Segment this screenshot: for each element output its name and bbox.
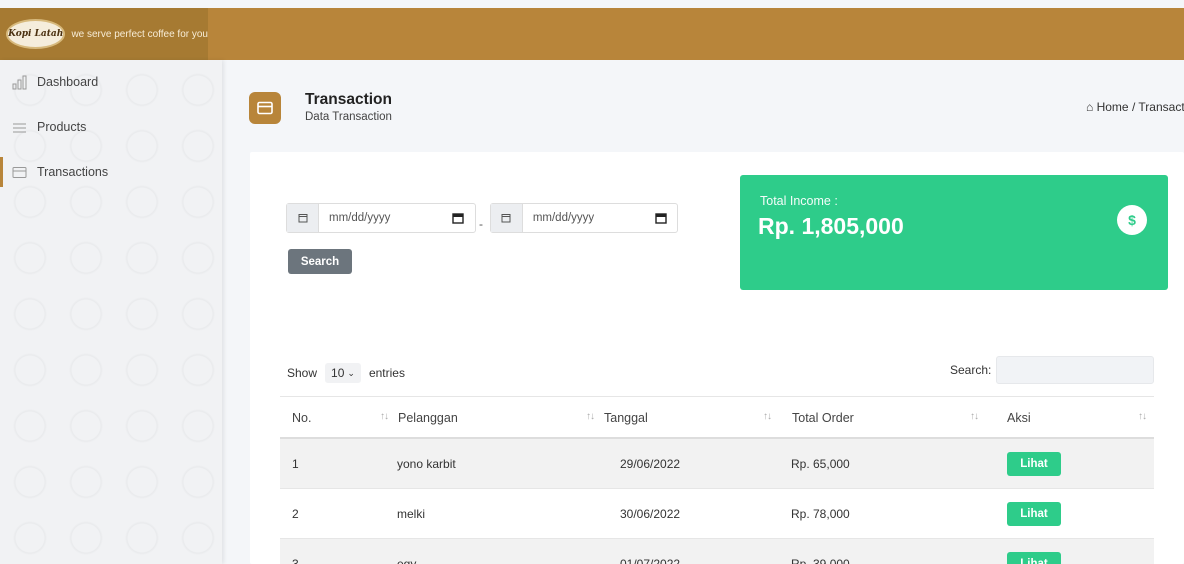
- cell-total-order: Rp. 39,000: [791, 557, 850, 564]
- cell-pelanggan: melki: [397, 507, 426, 521]
- bar-chart-icon: [12, 75, 27, 90]
- breadcrumb: ⌂ Home / Transactions: [1086, 100, 1184, 114]
- column-header-aksi[interactable]: Aksi: [1007, 397, 1031, 438]
- entries-select[interactable]: 10 ⌄: [325, 363, 361, 383]
- column-header-total-order[interactable]: Total Order: [792, 397, 854, 438]
- show-entries: Show 10 ⌄ entries: [287, 363, 405, 383]
- brand[interactable]: Kopi Latah we serve perfect coffee for y…: [0, 8, 208, 60]
- card-icon: [12, 165, 27, 180]
- cell-pelanggan: egy: [397, 557, 417, 564]
- column-header-pelanggan[interactable]: Pelanggan: [398, 397, 458, 438]
- calendar-icon: [491, 204, 523, 232]
- cell-tanggal: 29/06/2022: [620, 457, 681, 471]
- view-button[interactable]: Lihat: [1007, 552, 1061, 564]
- table-row: 3 egy 01/07/2022 Rp. 39,000 Lihat: [280, 539, 1154, 564]
- transactions-card: mm/dd/yyyy - mm/dd/yyyy Search Total Inc…: [250, 152, 1184, 564]
- start-date-placeholder: mm/dd/yyyy: [329, 212, 391, 224]
- sidebar-item-products[interactable]: Products: [0, 112, 222, 142]
- sidebar-item-dashboard[interactable]: Dashboard: [0, 67, 222, 97]
- cell-no: 1: [292, 457, 299, 471]
- entries-value: 10: [331, 366, 345, 380]
- home-icon: ⌂: [1086, 100, 1094, 114]
- table-search-input[interactable]: [996, 356, 1154, 384]
- cell-total-order: Rp. 78,000: [791, 507, 850, 521]
- column-header-tanggal[interactable]: Tanggal: [604, 397, 648, 438]
- income-label: Total Income :: [760, 194, 838, 208]
- end-date-input[interactable]: mm/dd/yyyy: [523, 204, 677, 232]
- column-header-no[interactable]: No.: [292, 397, 311, 438]
- view-button[interactable]: Lihat: [1007, 452, 1061, 476]
- sort-icon[interactable]: ↑↓: [380, 411, 389, 422]
- cell-no: 3: [292, 557, 299, 564]
- list-icon: [12, 120, 27, 135]
- end-date-group: mm/dd/yyyy: [490, 203, 678, 233]
- cell-pelanggan: yono karbit: [397, 457, 456, 471]
- cell-tanggal: 30/06/2022: [620, 507, 681, 521]
- total-income-card: Total Income : Rp. 1,805,000 $: [740, 175, 1168, 290]
- sidebar: Dashboard Products Transactions: [0, 60, 222, 564]
- sidebar-item-label: Products: [37, 120, 87, 134]
- cell-total-order: Rp. 65,000: [791, 457, 850, 471]
- brand-tagline: we serve perfect coffee for you: [71, 28, 208, 40]
- end-date-placeholder: mm/dd/yyyy: [532, 212, 595, 224]
- top-bar: Kopi Latah we serve perfect coffee for y…: [0, 8, 1184, 60]
- view-button[interactable]: Lihat: [1007, 502, 1061, 526]
- cell-no: 2: [292, 507, 299, 521]
- breadcrumb-home[interactable]: Home: [1097, 100, 1129, 114]
- card-icon: [249, 92, 281, 124]
- show-label: Show: [287, 366, 318, 380]
- sidebar-item-label: Transactions: [37, 165, 109, 179]
- breadcrumb-separator: /: [1131, 100, 1136, 114]
- sort-icon[interactable]: ↑↓: [586, 411, 595, 422]
- brand-logo: Kopi Latah: [6, 19, 66, 49]
- entries-label: entries: [368, 366, 405, 380]
- table-row: 1 yono karbit 29/06/2022 Rp. 65,000 Liha…: [280, 439, 1154, 489]
- calendar-picker-icon[interactable]: [452, 212, 464, 224]
- page-header: Transaction Data Transaction ⌂ Home / Tr…: [222, 60, 1184, 152]
- dollar-icon: $: [1117, 205, 1147, 235]
- chevron-down-icon: ⌄: [347, 367, 355, 378]
- search-button[interactable]: Search: [288, 249, 352, 274]
- start-date-input[interactable]: mm/dd/yyyy: [319, 204, 474, 232]
- table-search-label: Search:: [950, 363, 992, 377]
- table-row: 2 melki 30/06/2022 Rp. 78,000 Lihat: [280, 489, 1154, 539]
- calendar-icon: [287, 204, 319, 232]
- sort-icon[interactable]: ↑↓: [763, 411, 772, 422]
- table-header: No. ↑↓ Pelanggan ↑↓ Tanggal ↑↓ Total Ord…: [280, 396, 1154, 439]
- calendar-picker-icon[interactable]: [655, 212, 667, 224]
- sort-icon[interactable]: ↑↓: [970, 411, 979, 422]
- sidebar-item-label: Dashboard: [37, 75, 99, 89]
- transactions-table: No. ↑↓ Pelanggan ↑↓ Tanggal ↑↓ Total Ord…: [280, 396, 1154, 564]
- date-separator: -: [479, 217, 483, 231]
- page-title: Transaction: [305, 91, 392, 108]
- sidebar-item-transactions[interactable]: Transactions: [0, 157, 222, 187]
- page-subtitle: Data Transaction: [305, 111, 392, 123]
- breadcrumb-current: Transactions: [1138, 100, 1184, 114]
- start-date-group: mm/dd/yyyy: [286, 203, 476, 233]
- cell-tanggal: 01/07/2022: [620, 557, 681, 564]
- income-value: Rp. 1,805,000: [758, 213, 904, 239]
- sort-icon[interactable]: ↑↓: [1138, 411, 1147, 422]
